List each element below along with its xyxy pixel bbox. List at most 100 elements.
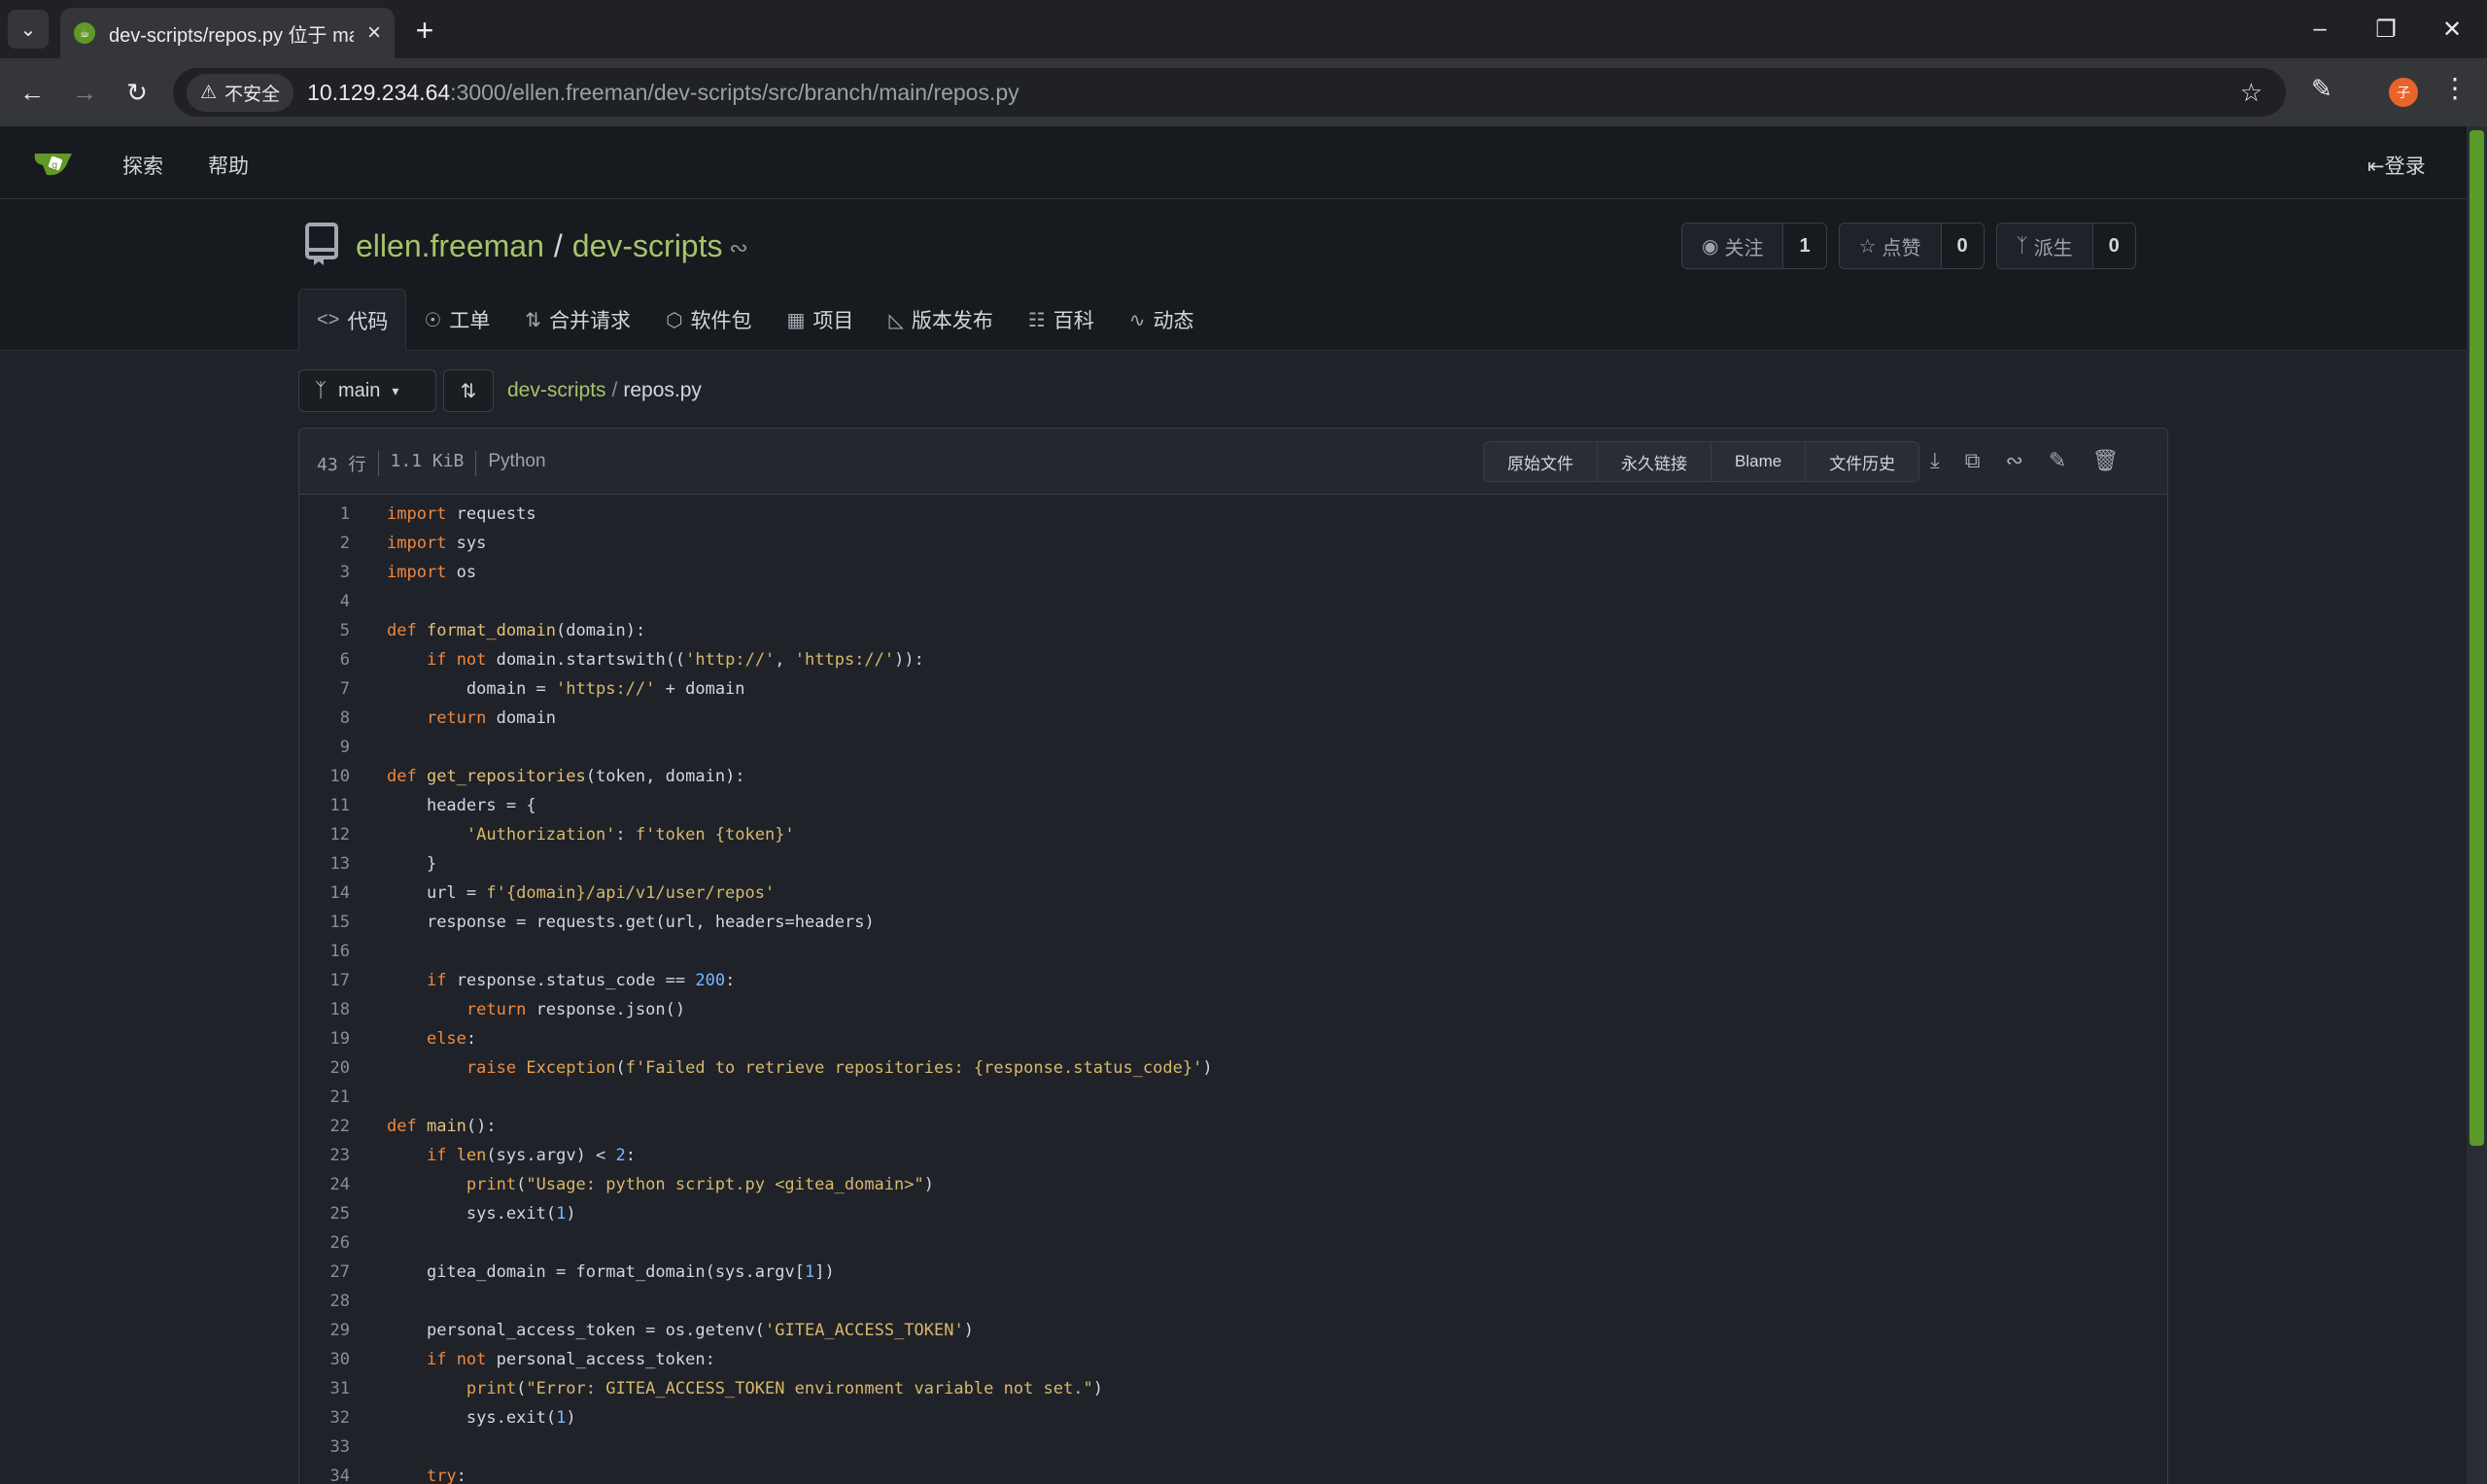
watch-count[interactable]: 1 — [1783, 224, 1825, 268]
line-content: gitea_domain = format_domain(sys.argv[1]… — [426, 1262, 835, 1282]
line-number[interactable]: 1 — [299, 504, 350, 524]
history-button[interactable]: 文件历史 — [1805, 442, 1919, 481]
sign-in-link[interactable]: ⇤登录 — [2367, 151, 2426, 180]
code-line: 25 sys.exit(1) — [299, 1199, 2167, 1228]
line-content: personal_access_token = os.getenv('GITEA… — [426, 1321, 974, 1340]
line-number[interactable]: 18 — [299, 1000, 350, 1019]
browser-tab[interactable]: ☕ dev-scripts/repos.py 位于 main × — [60, 8, 395, 58]
scrollbar-thumb[interactable] — [2470, 130, 2484, 1146]
forward-arrow-icon[interactable]: → — [64, 72, 105, 113]
security-chip[interactable]: ⚠ 不安全 — [187, 73, 294, 112]
fork-count[interactable]: 0 — [2093, 224, 2135, 268]
tab-search-button[interactable]: ⌄ — [8, 10, 49, 49]
line-number[interactable]: 3 — [299, 563, 350, 582]
line-number[interactable]: 33 — [299, 1437, 350, 1457]
branch-selector[interactable]: ᛉ main ▾ — [298, 369, 436, 412]
blame-button[interactable]: Blame — [1710, 442, 1806, 481]
pulse-icon: ∿ — [1128, 309, 1146, 331]
line-number[interactable]: 30 — [299, 1350, 350, 1369]
browser-menu-icon[interactable]: ⋮ — [2441, 72, 2469, 104]
line-number[interactable]: 6 — [299, 650, 350, 670]
new-tab-button[interactable]: + — [406, 12, 443, 49]
code-line: 34 try: — [299, 1462, 2167, 1484]
repo-owner-link[interactable]: ellen.freeman — [356, 228, 544, 264]
rss-icon[interactable]: ∾ — [729, 234, 748, 262]
line-number[interactable]: 7 — [299, 679, 350, 699]
line-number[interactable]: 26 — [299, 1233, 350, 1253]
file-actions: 原始文件 永久链接 Blame 文件历史 — [1483, 441, 1920, 482]
line-number[interactable]: 25 — [299, 1204, 350, 1224]
line-number[interactable]: 22 — [299, 1117, 350, 1136]
line-number[interactable]: 19 — [299, 1029, 350, 1049]
line-number[interactable]: 16 — [299, 942, 350, 961]
tab-projects[interactable]: ▦ 项目 — [770, 289, 872, 351]
tab-code[interactable]: <> 代码 — [298, 289, 407, 351]
tab-releases[interactable]: ◺ 版本发布 — [871, 289, 1010, 351]
line-number[interactable]: 9 — [299, 738, 350, 757]
tab-pulls[interactable]: ⇅ 合并请求 — [507, 289, 648, 351]
line-number[interactable]: 15 — [299, 913, 350, 932]
line-number[interactable]: 24 — [299, 1175, 350, 1194]
line-number[interactable]: 4 — [299, 592, 350, 611]
tab-issues[interactable]: ☉ 工单 — [406, 289, 507, 351]
line-content: response = requests.get(url, headers=hea… — [426, 913, 875, 932]
breadcrumb-repo-link[interactable]: dev-scripts — [507, 379, 606, 402]
bookmark-star-icon[interactable]: ☆ — [2240, 78, 2262, 108]
tab-label: 版本发布 — [911, 310, 993, 332]
nav-help[interactable]: 帮助 — [208, 151, 249, 180]
line-number[interactable]: 11 — [299, 796, 350, 815]
restore-icon[interactable]: ❐ — [2358, 8, 2414, 51]
delete-trash-icon[interactable]: 🗑 — [2091, 448, 2119, 473]
line-number[interactable]: 17 — [299, 971, 350, 990]
line-number[interactable]: 21 — [299, 1087, 350, 1107]
line-content: else: — [426, 1029, 477, 1049]
line-number[interactable]: 20 — [299, 1058, 350, 1078]
rss-feed-icon[interactable]: ∾ — [2005, 448, 2022, 473]
minimize-icon[interactable]: – — [2292, 8, 2348, 51]
permalink-button[interactable]: 永久链接 — [1597, 442, 1710, 481]
reload-icon[interactable]: ↻ — [117, 72, 157, 113]
close-window-icon[interactable]: ✕ — [2424, 8, 2480, 51]
line-content: if not domain.startswith(('http://', 'ht… — [426, 650, 924, 670]
line-number[interactable]: 34 — [299, 1467, 350, 1484]
line-number[interactable]: 14 — [299, 883, 350, 903]
line-number[interactable]: 23 — [299, 1146, 350, 1165]
star-count[interactable]: 0 — [1942, 224, 1984, 268]
edit-pencil-icon[interactable]: ✎ — [2049, 448, 2066, 473]
code-line: 21 — [299, 1083, 2167, 1112]
line-number[interactable]: 12 — [299, 825, 350, 845]
raw-button[interactable]: 原始文件 — [1484, 442, 1597, 481]
line-number[interactable]: 2 — [299, 534, 350, 553]
line-number[interactable]: 13 — [299, 854, 350, 874]
tab-packages[interactable]: ⬡ 软件包 — [648, 289, 769, 351]
nav-explore[interactable]: 探索 — [122, 151, 163, 180]
gitea-logo-icon[interactable]: g — [33, 148, 76, 179]
address-bar[interactable]: ⚠ 不安全 10.129.234.64:3000/ellen.freeman/d… — [173, 68, 2286, 117]
watch-button[interactable]: ◉ 关注 1 — [1681, 223, 1827, 269]
code-line: 9 — [299, 733, 2167, 762]
compare-button[interactable]: ⇅ — [443, 369, 494, 412]
close-tab-icon[interactable]: × — [367, 19, 381, 47]
line-number[interactable]: 32 — [299, 1408, 350, 1428]
line-number[interactable]: 5 — [299, 621, 350, 640]
line-number[interactable]: 10 — [299, 767, 350, 786]
back-arrow-icon[interactable]: ← — [12, 72, 52, 113]
extensions-icon[interactable]: ✎ — [2311, 74, 2332, 104]
tab-wiki[interactable]: ☷ 百科 — [1011, 289, 1112, 351]
tab-activity[interactable]: ∿ 动态 — [1112, 289, 1212, 351]
line-number[interactable]: 28 — [299, 1292, 350, 1311]
repo-name-link[interactable]: dev-scripts — [572, 228, 723, 264]
line-number[interactable]: 29 — [299, 1321, 350, 1340]
fork-button[interactable]: ᛉ 派生 0 — [1995, 223, 2136, 269]
svg-text:g: g — [52, 160, 57, 171]
star-button[interactable]: ☆ 点赞 0 — [1838, 223, 1985, 269]
copy-icon[interactable]: ⧉ — [1965, 448, 1981, 473]
line-number[interactable]: 31 — [299, 1379, 350, 1398]
book-icon: ☷ — [1027, 309, 1046, 331]
line-number[interactable]: 8 — [299, 708, 350, 728]
line-number[interactable]: 27 — [299, 1262, 350, 1282]
profile-avatar[interactable]: 子 — [2389, 78, 2418, 107]
download-icon[interactable]: ⤓ — [1930, 448, 1940, 473]
branch-icon: ᛉ — [315, 379, 327, 401]
line-content: domain = 'https://' + domain — [466, 679, 745, 699]
